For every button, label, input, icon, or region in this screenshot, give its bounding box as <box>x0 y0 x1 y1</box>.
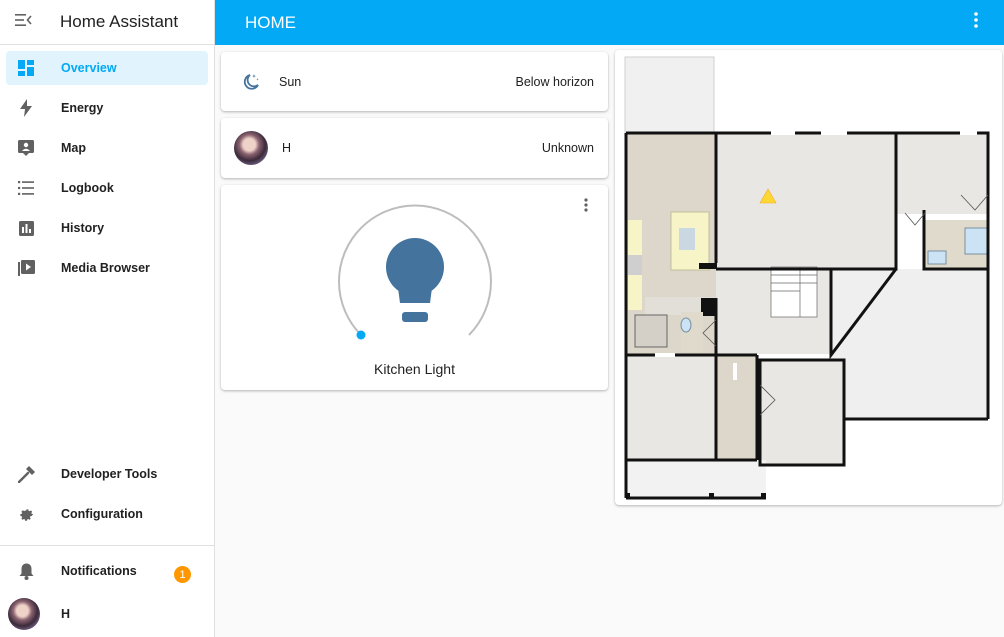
sidebar-item-media-browser[interactable]: Media Browser <box>6 251 208 285</box>
header-menu-button[interactable] <box>966 11 986 33</box>
light-card: Kitchen Light <box>221 185 608 390</box>
sidebar-item-label: Overview <box>61 61 117 75</box>
sidebar-item-energy[interactable]: Energy <box>6 91 208 125</box>
sidebar-item-label: Notifications <box>61 564 137 578</box>
light-toggle-button[interactable] <box>384 238 446 324</box>
sun-entity-state: Below horizon <box>515 74 594 89</box>
sidebar-item-overview[interactable]: Overview <box>6 51 208 85</box>
floorplan-image <box>624 56 990 500</box>
sidebar-item-label: Developer Tools <box>61 467 158 481</box>
sidebar-item-history[interactable]: History <box>6 211 208 245</box>
menu-toggle-button[interactable] <box>0 0 48 45</box>
user-avatar <box>8 598 40 630</box>
sidebar-item-notifications[interactable]: Notifications 1 <box>6 554 208 588</box>
sidebar-item-developer-tools[interactable]: Developer Tools <box>6 457 208 491</box>
sidebar-item-label: Logbook <box>61 181 114 195</box>
sidebar-item-map[interactable]: Map <box>6 131 208 165</box>
person-avatar <box>234 131 268 165</box>
sidebar-header: Home Assistant <box>0 0 214 45</box>
sidebar-notifications: Notifications 1 <box>0 554 214 594</box>
person-entity-state: Unknown <box>541 141 594 155</box>
top-app-bar: HOME <box>215 0 1004 45</box>
sidebar-divider <box>0 545 214 546</box>
person-entity-card[interactable]: H Unknown <box>221 118 608 178</box>
sidebar-item-label: Configuration <box>61 507 143 521</box>
more-vertical-icon <box>584 197 588 217</box>
hammer-icon <box>14 462 38 486</box>
sidebar-bottom-nav: Developer Tools Configuration <box>0 457 214 537</box>
more-vertical-icon <box>974 11 978 33</box>
sidebar-nav: Overview Energy Map Logbook History Medi… <box>0 45 214 285</box>
light-more-info-button[interactable] <box>578 197 594 217</box>
menu-collapse-icon <box>15 13 33 32</box>
bell-icon <box>14 559 38 583</box>
sidebar-item-label: Map <box>61 141 86 155</box>
floorplan-card <box>615 50 1002 505</box>
user-name: H <box>61 607 71 621</box>
map-icon <box>14 136 38 160</box>
list-icon <box>14 176 38 200</box>
sun-entity-name: Sun <box>279 74 302 89</box>
brightness-slider-handle[interactable] <box>356 330 366 340</box>
lightning-icon <box>14 96 38 120</box>
sidebar-item-logbook[interactable]: Logbook <box>6 171 208 205</box>
light-name: Kitchen Light <box>374 361 455 377</box>
sidebar-user[interactable]: H <box>0 594 214 634</box>
person-entity-name: H <box>282 141 292 155</box>
lightbulb-icon <box>384 238 446 328</box>
page-title: HOME <box>245 12 296 32</box>
sun-entity-card[interactable]: Sun Below horizon <box>221 52 608 111</box>
notification-count-badge: 1 <box>174 566 191 583</box>
sidebar-item-configuration[interactable]: Configuration <box>6 497 208 531</box>
sidebar-item-label: History <box>61 221 105 235</box>
app-title: Home Assistant <box>60 12 179 31</box>
sidebar-item-label: Energy <box>61 101 104 115</box>
gear-icon <box>14 502 38 526</box>
sidebar: Home Assistant Overview Energy Map Logbo… <box>0 0 215 637</box>
sidebar-item-label: Media Browser <box>61 261 150 275</box>
chart-icon <box>14 216 38 240</box>
weather-night-icon <box>237 73 265 91</box>
dashboard-icon <box>14 56 38 80</box>
play-box-icon <box>14 256 38 280</box>
